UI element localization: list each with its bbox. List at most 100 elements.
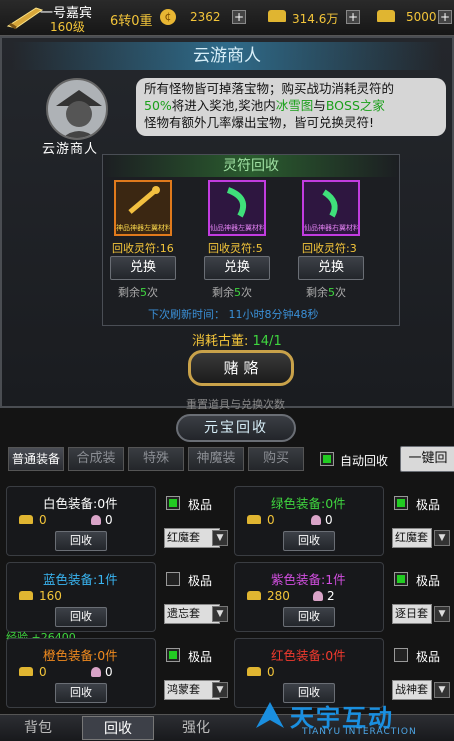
chevron-down-icon[interactable]: ▼: [212, 530, 228, 546]
bound-ingot-value: 5000: [406, 10, 437, 24]
item-slot-3[interactable]: 仙品神器右翼材料: [302, 180, 360, 236]
quality-checkbox-orange[interactable]: [166, 648, 180, 662]
nav-enhance[interactable]: 强化: [164, 716, 228, 740]
ingot-icon: [247, 515, 261, 524]
quality-label-white: 极品: [188, 498, 213, 512]
reset-hint: 重置道具与兑换次数: [186, 398, 285, 411]
item-reward-1: 回收灵符:16: [112, 242, 174, 255]
shell-icon: [313, 591, 323, 601]
ingot-icon: [268, 10, 286, 25]
npc-label: 云游商人: [42, 142, 99, 157]
item-remain-2: 剩余5次: [212, 286, 252, 299]
add-ingot-button[interactable]: +: [346, 10, 360, 24]
item-slot-2[interactable]: 仙品神器左翼材料: [208, 180, 266, 236]
slot-shell-green: 0: [325, 513, 333, 527]
desc-line-2: 50%将进入奖池,奖池内冰雪图与BOSS之家: [144, 98, 385, 113]
quality-checkbox-red[interactable]: [394, 648, 408, 662]
exchange-button-1[interactable]: 兑换: [110, 256, 176, 280]
recycle-button-purple[interactable]: 回收: [283, 607, 335, 627]
item-reward-2: 回收灵符:5: [208, 242, 263, 255]
tab-synthesis[interactable]: 合成装: [68, 447, 124, 471]
add-gold-button[interactable]: +: [232, 10, 246, 24]
quality-checkbox-purple[interactable]: [394, 572, 408, 586]
slot-label-blue: 蓝色装备:1件: [43, 572, 118, 587]
watermark-logo: 天宇互动 TIANYU INTERACTION: [250, 696, 454, 741]
item-remain-3: 剩余5次: [306, 286, 346, 299]
auto-recycle-checkbox[interactable]: [320, 452, 334, 466]
ingot-recycle-title: 元宝回收: [204, 420, 268, 436]
slot-gold-orange: 0: [39, 665, 47, 679]
quality-label-red: 极品: [416, 650, 441, 664]
ingot-icon: [247, 591, 261, 600]
item-name-2: 仙品神器左翼材料: [210, 224, 264, 232]
cost-line: 消耗古董: 14/1: [192, 334, 282, 349]
quality-label-orange: 极品: [188, 650, 213, 664]
top-status-bar: 一号嘉宾 160级 6转0重 ¢ 2362 + 314.6万 + 5000 +: [0, 0, 454, 36]
slot-gold-purple: 280: [267, 589, 290, 603]
gold-value: 2362: [190, 10, 221, 24]
auto-recycle-label: 自动回收: [340, 454, 389, 468]
shell-icon: [91, 667, 101, 677]
chevron-down-icon[interactable]: ▼: [212, 682, 228, 698]
shell-icon: [91, 515, 101, 525]
item-name-1: 神品神器左翼材料: [116, 224, 170, 232]
player-level: 160级: [50, 20, 85, 34]
ingot-recycle-header: 元宝回收: [176, 414, 296, 442]
recycle-button-green[interactable]: 回收: [283, 531, 335, 551]
add-bound-ingot-button[interactable]: +: [438, 10, 452, 24]
speech-bubble: 所有怪物皆可掉落宝物；购买战功消耗灵符的 50%将进入奖池,奖池内冰雪图与BOS…: [136, 78, 446, 136]
item-slot-1[interactable]: 神品神器左翼材料: [114, 180, 172, 236]
item-name-3: 仙品神器右翼材料: [304, 224, 358, 232]
one-key-recycle-button[interactable]: 一键回: [400, 446, 454, 472]
recycle-button-white[interactable]: 回收: [55, 531, 107, 551]
tab-special[interactable]: 特殊: [128, 447, 184, 471]
slot-gold-red: 0: [267, 665, 275, 679]
rank-emblem-icon: [6, 4, 44, 30]
desc-line-3: 怪物有额外几率爆出宝物，皆可兑换灵符!: [144, 115, 375, 130]
recycle-slot-white: 白色装备:0件 0 0 回收: [6, 486, 156, 556]
ingot-icon: [19, 591, 33, 600]
chevron-down-icon[interactable]: ▼: [434, 606, 450, 622]
quality-checkbox-blue[interactable]: [166, 572, 180, 586]
talisman-recycle-title: 灵符回收: [223, 158, 279, 174]
slot-label-green: 绿色装备:0件: [271, 496, 346, 511]
rebirth-level: 6转0重: [110, 14, 153, 29]
slot-gold-green: 0: [267, 513, 275, 527]
nav-recycle[interactable]: 回收: [82, 716, 154, 740]
slot-label-red: 红色装备:0件: [271, 648, 346, 663]
tab-purchase[interactable]: 购买: [248, 447, 304, 471]
set-select-purple[interactable]: 逐日套: [392, 604, 432, 624]
ingot-icon: [19, 667, 33, 676]
desc-line-1: 所有怪物皆可掉落宝物；购买战功消耗灵符的: [144, 81, 395, 96]
exchange-button-2[interactable]: 兑换: [204, 256, 270, 280]
tab-normal-equipment[interactable]: 普通装备: [8, 447, 64, 471]
quality-label-green: 极品: [416, 498, 441, 512]
slot-shell-purple: 2: [327, 589, 335, 603]
chevron-down-icon[interactable]: ▼: [434, 530, 450, 546]
ingot-value: 314.6万: [292, 12, 339, 26]
recycle-button-orange[interactable]: 回收: [55, 683, 107, 703]
quality-checkbox-white[interactable]: [166, 496, 180, 510]
chevron-down-icon[interactable]: ▼: [212, 606, 228, 622]
nav-bag[interactable]: 背包: [6, 716, 70, 740]
slot-label-white: 白色装备:0件: [43, 496, 118, 511]
gold-coin-icon: ¢: [160, 9, 176, 25]
merchant-title-bar: 云游商人: [12, 42, 442, 70]
slot-shell-white: 0: [105, 513, 113, 527]
merchant-title: 云游商人: [193, 46, 261, 66]
item-reward-3: 回收灵符:3: [302, 242, 357, 255]
merchant-panel: 云游商人 云游商人 所有怪物皆可掉落宝物；购买战功消耗灵符的 50%将进入奖池,…: [0, 36, 454, 411]
tab-divine-equipment[interactable]: 神魔装: [188, 447, 244, 471]
recycle-button-blue[interactable]: 回收: [55, 607, 107, 627]
quality-checkbox-green[interactable]: [394, 496, 408, 510]
talisman-recycle-header: 灵符回收: [103, 155, 399, 177]
exchange-button-3[interactable]: 兑换: [298, 256, 364, 280]
npc-portrait: [46, 78, 108, 140]
gamble-button[interactable]: 赌 赂: [188, 350, 294, 386]
recycle-slot-blue: 蓝色装备:1件 160 回收: [6, 562, 156, 632]
quality-label-purple: 极品: [416, 574, 441, 588]
item-remain-1: 剩余5次: [118, 286, 158, 299]
set-select-green[interactable]: 红魔套: [392, 528, 432, 548]
ingot-icon: [19, 515, 33, 524]
recycle-slot-purple: 紫色装备:1件 280 2 回收: [234, 562, 384, 632]
